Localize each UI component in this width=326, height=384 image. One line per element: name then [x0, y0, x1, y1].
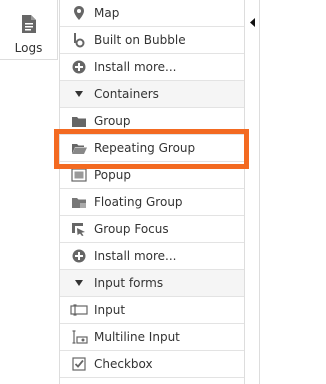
- logs-tab[interactable]: Logs: [0, 0, 58, 60]
- element-item-label: Popup: [94, 168, 131, 182]
- checkbox-icon: [69, 356, 89, 372]
- element-item-label: Multiline Input: [94, 330, 180, 344]
- folder-icon: [69, 113, 89, 129]
- multiline-input-icon: [69, 329, 89, 345]
- floating-folder-icon: [69, 194, 89, 210]
- section-header-label: Containers: [94, 87, 159, 101]
- group-focus-icon: [69, 221, 89, 237]
- element-item-map[interactable]: Map: [60, 0, 244, 27]
- plus-circle-icon: [69, 59, 89, 75]
- element-item-label: Group: [94, 114, 131, 128]
- element-item-label: Map: [94, 6, 120, 20]
- panel-collapse-gutter[interactable]: [245, 0, 260, 384]
- popup-icon: [69, 167, 89, 183]
- element-item-built-on-bubble[interactable]: Built on Bubble: [60, 27, 244, 54]
- input-icon: [69, 302, 89, 318]
- map-pin-icon: [69, 5, 89, 21]
- element-item-label: Floating Group: [94, 195, 183, 209]
- element-item-repeating-group[interactable]: Repeating Group: [60, 135, 244, 162]
- element-item-input[interactable]: Input: [60, 297, 244, 324]
- section-header-containers[interactable]: Containers: [60, 81, 244, 108]
- element-item-multiline-input[interactable]: Multiline Input: [60, 324, 244, 351]
- open-folder-icon: [69, 140, 89, 156]
- element-item-group-focus[interactable]: Group Focus: [60, 216, 244, 243]
- element-item-label: Group Focus: [94, 222, 169, 236]
- element-item-install-more[interactable]: Install more...: [60, 243, 244, 270]
- section-header-input-forms[interactable]: Input forms: [60, 270, 244, 297]
- caret-down-icon: [69, 86, 89, 102]
- section-header-label: Input forms: [94, 276, 164, 290]
- element-item-popup[interactable]: Popup: [60, 162, 244, 189]
- element-item-install-more[interactable]: Install more...: [60, 54, 244, 81]
- logs-tab-label: Logs: [14, 41, 43, 55]
- element-item-group[interactable]: Group: [60, 108, 244, 135]
- element-item-checkbox[interactable]: Checkbox: [60, 351, 244, 378]
- elements-panel: Map Built on Bubble Install more... Cont…: [59, 0, 245, 384]
- bubble-logo-icon: [69, 32, 89, 48]
- element-item-label: Repeating Group: [94, 141, 196, 155]
- element-item-floating-group[interactable]: Floating Group: [60, 189, 244, 216]
- element-item-label: Install more...: [94, 249, 177, 263]
- left-rail: Logs: [0, 0, 59, 384]
- plus-circle-icon: [69, 248, 89, 264]
- element-item-label: Install more...: [94, 60, 177, 74]
- element-item-label: Checkbox: [94, 357, 153, 371]
- element-item-label: Input: [94, 303, 126, 317]
- document-icon: [21, 14, 37, 37]
- caret-left-icon[interactable]: [250, 16, 256, 30]
- caret-down-icon: [69, 275, 89, 291]
- element-item-label: Built on Bubble: [94, 33, 186, 47]
